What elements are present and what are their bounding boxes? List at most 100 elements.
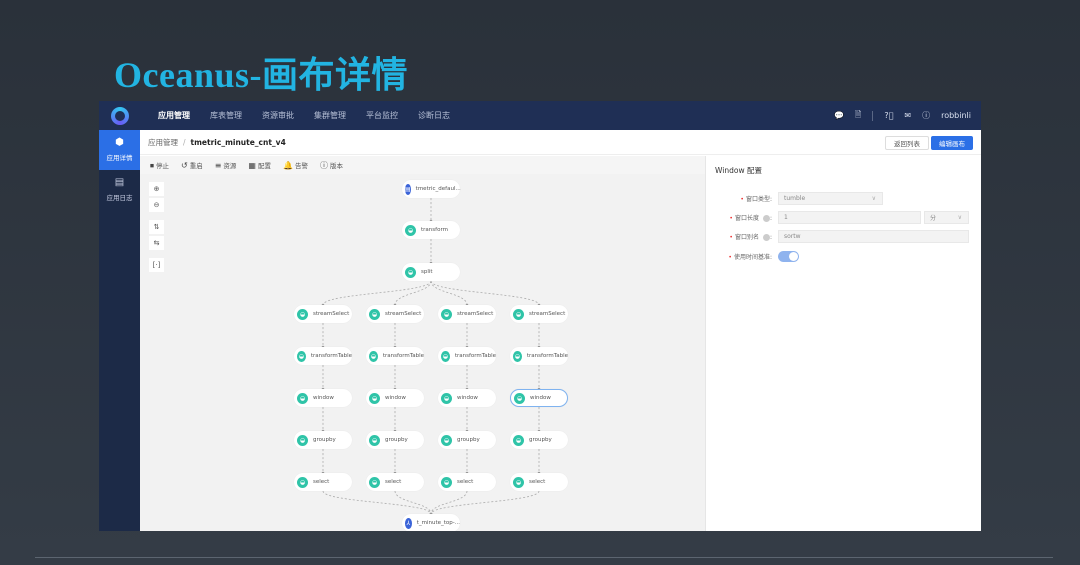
dag-node[interactable]: ◒ transformTable — [366, 347, 424, 365]
value: 分 — [930, 214, 937, 222]
mail-icon[interactable]: ✉ — [904, 111, 911, 120]
edge — [394, 490, 432, 515]
username[interactable]: robbinli — [941, 111, 971, 120]
window-length-input[interactable]: 1 — [778, 210, 921, 224]
operator-icon: ◒ — [514, 392, 525, 404]
node-label: transform — [421, 227, 448, 233]
dag-node[interactable]: ◒ select — [438, 473, 496, 491]
toolbar: ⏹ 停止 ↺ 重启 ≡ 资源 ▦ 配置 🔔 告警 ⓘ 版本 — [140, 156, 705, 174]
breadcrumb-current: tmetric_minute_cnt_v4 — [190, 137, 286, 147]
nav-app-management[interactable]: 应用管理 — [158, 110, 190, 121]
config-icon: ▦ — [248, 161, 256, 170]
window-unit-select[interactable]: 分 ∨ — [924, 210, 969, 224]
zoom-out-icon[interactable]: ⊖ — [149, 198, 164, 212]
dag-node[interactable]: ◒ window — [366, 389, 424, 407]
edge — [322, 490, 432, 515]
back-to-list-button[interactable]: 返回列表 — [885, 136, 929, 150]
operator-icon: ◒ — [441, 476, 452, 488]
nav-cluster-management[interactable]: 集群管理 — [314, 110, 346, 121]
dag-node[interactable]: ◒ transformTable — [510, 347, 568, 365]
align-vertical-icon[interactable]: ⇅ — [149, 220, 164, 234]
config-button[interactable]: ▦ 配置 — [248, 160, 271, 170]
dag-node[interactable]: ◒ groupby — [366, 431, 424, 449]
operator-icon: ◒ — [369, 476, 380, 488]
edge — [430, 490, 540, 515]
nav-diagnostic-log[interactable]: 诊断日志 — [418, 110, 450, 121]
node-label: transformTable — [310, 353, 352, 359]
operator-icon: ◒ — [297, 308, 308, 320]
dag-node[interactable]: ▤ tmetric_defaul... — [402, 180, 461, 198]
dag-node[interactable]: ⅄ t_minute_top-... — [402, 514, 460, 531]
edge — [430, 490, 468, 515]
sidebar-item-label: 应用详情 — [106, 154, 133, 162]
dag-node[interactable]: ◒ select — [510, 473, 568, 491]
log-icon: ▤ — [114, 177, 125, 188]
dag-node[interactable]: ◒ streamSelect — [366, 305, 424, 323]
operator-icon: ◒ — [441, 434, 452, 446]
panel-title: Window 配置 — [715, 166, 762, 175]
dag-node[interactable]: ◒ select — [294, 473, 352, 491]
node-label: streamSelect — [313, 311, 350, 317]
database-icon: ⅄ — [405, 517, 412, 529]
database-icon: ▤ — [405, 183, 411, 195]
breadcrumb-parent[interactable]: 应用管理 — [148, 137, 178, 148]
info-icon[interactable]: ⓘ — [922, 110, 930, 121]
operator-icon: ◒ — [441, 350, 450, 362]
operator-icon: ◒ — [297, 434, 308, 446]
time-basis-toggle[interactable] — [778, 250, 799, 262]
resource-button[interactable]: ≡ 资源 — [215, 160, 237, 170]
version-button[interactable]: ⓘ 版本 — [320, 160, 343, 171]
dag-node[interactable]: ◒ transformTable — [438, 347, 496, 365]
window-alias-input[interactable]: sortw — [778, 229, 969, 243]
dag-node[interactable]: ◒ streamSelect — [294, 305, 352, 323]
document-icon[interactable]: 🗎 — [855, 109, 861, 123]
stop-button[interactable]: ⏹ 停止 — [150, 160, 169, 171]
dag-node[interactable]: ◒ window — [510, 389, 568, 407]
node-label: transformTable — [526, 353, 568, 359]
stop-icon: ⏹ — [150, 160, 154, 170]
dag-node[interactable]: ◒ streamSelect — [438, 305, 496, 323]
window-type-select[interactable]: tumble ∨ — [778, 191, 883, 205]
align-horizontal-icon[interactable]: ⇆ — [149, 236, 164, 250]
help-icon[interactable]: ?⃝ — [884, 111, 893, 120]
nav-table-management[interactable]: 库表管理 — [210, 110, 242, 121]
label: 重启 — [189, 162, 203, 170]
zoom-in-icon[interactable]: ⊕ — [149, 182, 164, 196]
operator-icon: ◒ — [369, 392, 380, 404]
label: 停止 — [156, 161, 169, 170]
dag-node[interactable]: ◒ split — [402, 263, 460, 281]
dag-node[interactable]: ◒ window — [294, 389, 352, 407]
nav-resource-approval[interactable]: 资源审批 — [262, 110, 294, 121]
sidebar-item-app-log[interactable]: ▤ 应用日志 — [99, 170, 140, 210]
operator-icon: ◒ — [297, 476, 308, 488]
node-label: window — [530, 395, 551, 401]
sidebar-item-app-detail[interactable]: ⬢ 应用详情 — [99, 130, 140, 170]
edit-canvas-button[interactable]: 编辑画布 — [931, 136, 973, 150]
value: sortw — [784, 232, 801, 240]
node-label: window — [313, 395, 334, 401]
label: 资源 — [223, 162, 237, 170]
dag-node[interactable]: ◒ select — [366, 473, 424, 491]
dag-node[interactable]: ◒ window — [438, 389, 496, 407]
node-label: select — [313, 479, 330, 485]
divider — [35, 557, 1053, 558]
dag-canvas[interactable]: ⊕ ⊖ ⇅ ⇆ [·] ▤ tmetric_defaul... ◒ transform… — [140, 174, 705, 531]
dag-node[interactable]: ◒ streamSelect — [510, 305, 568, 323]
node-label: groupby — [313, 437, 336, 443]
node-label: select — [385, 479, 402, 485]
edge — [394, 280, 432, 306]
dag-node[interactable]: ◒ groupby — [510, 431, 568, 449]
dag-node[interactable]: ◒ groupby — [294, 431, 352, 449]
dag-node[interactable]: ◒ groupby — [438, 431, 496, 449]
chat-icon[interactable]: 💬 — [834, 111, 844, 120]
app-window: 应用管理 库表管理 资源审批 集群管理 平台监控 诊断日志 💬 🗎 ?⃝ ✉ ⓘ… — [99, 101, 981, 531]
dag-node[interactable]: ◒ transform — [402, 221, 460, 239]
nav-platform-monitor[interactable]: 平台监控 — [366, 110, 398, 121]
alarm-button[interactable]: 🔔 告警 — [283, 160, 308, 170]
fit-view-icon[interactable]: [·] — [149, 258, 164, 272]
canvas-tools: ⊕ ⊖ ⇅ ⇆ [·] — [149, 182, 164, 272]
restart-button[interactable]: ↺ 重启 — [181, 160, 203, 170]
node-label: t_minute_top-... — [416, 520, 460, 526]
dag-node[interactable]: ◒ transformTable — [294, 347, 352, 365]
node-label: groupby — [457, 437, 480, 443]
